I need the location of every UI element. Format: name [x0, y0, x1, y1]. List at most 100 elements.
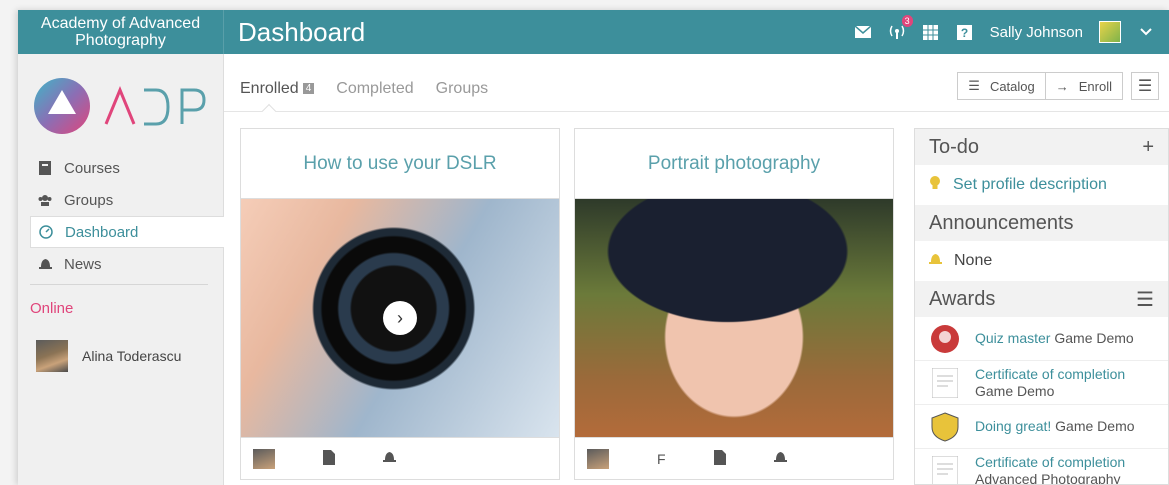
online-user[interactable]: Alina Toderascu: [36, 340, 181, 372]
hamburger-icon: ☰: [1137, 78, 1153, 95]
quiz-master-badge-icon: [929, 323, 961, 355]
adp-logo[interactable]: [32, 76, 212, 136]
todo-item[interactable]: Set profile description: [915, 165, 1168, 205]
award-text: Certificate of completion Game Demo: [975, 366, 1125, 400]
award-item[interactable]: Doing great! Game Demo: [915, 405, 1168, 449]
arrow-right-icon: →: [1055, 78, 1069, 94]
certificate-icon: [929, 367, 961, 399]
award-name: Doing great!: [975, 418, 1052, 434]
course-code: F: [657, 450, 666, 467]
shield-badge-icon: [929, 411, 961, 443]
course-image[interactable]: [575, 199, 893, 437]
tab-completed[interactable]: Completed: [336, 80, 413, 98]
bell-icon[interactable]: [383, 450, 396, 467]
announcements-title: Announcements: [929, 211, 1074, 234]
top-bar: Academy of Advanced Photography Dashboar…: [18, 10, 1169, 54]
course-card[interactable]: How to use your DSLR ›: [240, 128, 560, 480]
sidebar-item-label: News: [64, 255, 102, 273]
awards-header: Awards ☰: [915, 281, 1168, 317]
award-item[interactable]: Certificate of completion Game Demo: [915, 361, 1168, 405]
tab-label: Enrolled: [240, 80, 299, 97]
book-icon: [38, 161, 52, 175]
award-course: Game Demo: [1054, 330, 1134, 346]
sidebar-divider: [30, 284, 208, 285]
announcement-item: None: [915, 241, 1168, 281]
enroll-button[interactable]: → Enroll: [1044, 73, 1122, 99]
user-name[interactable]: Sally Johnson: [990, 24, 1083, 41]
sidebar-item-label: Courses: [64, 159, 120, 177]
course-title[interactable]: How to use your DSLR: [241, 129, 559, 199]
tab-groups[interactable]: Groups: [436, 80, 488, 98]
active-tab-caret: [261, 103, 277, 119]
announcements-header: Announcements: [915, 205, 1168, 241]
main-content: Enrolled 4 Completed Groups ☰ Catalog → E…: [224, 54, 1169, 485]
online-title: Online: [30, 300, 74, 317]
sidebar-item-label: Groups: [64, 191, 114, 209]
document-icon[interactable]: [713, 449, 726, 468]
enroll-label: Enroll: [1078, 78, 1112, 94]
course-card[interactable]: Portrait photography F: [574, 128, 894, 480]
right-panel: To-do + Set profile description Announce…: [914, 128, 1169, 485]
sidebar-item-courses[interactable]: Courses: [18, 152, 224, 184]
award-name: Quiz master: [975, 330, 1051, 346]
sidebar: Courses Groups Dashboard News Online Ali…: [18, 54, 225, 485]
sidebar-item-news[interactable]: News: [18, 248, 224, 280]
course-image[interactable]: ›: [241, 199, 559, 437]
award-item[interactable]: Certificate of completion Advanced Photog…: [915, 449, 1168, 485]
award-text: Doing great! Game Demo: [975, 418, 1135, 435]
award-item[interactable]: Quiz master Game Demo: [915, 317, 1168, 361]
todo-title: To-do: [929, 135, 980, 158]
notifications-icon[interactable]: 3: [888, 15, 913, 41]
catalog-label: Catalog: [989, 78, 1035, 94]
instructor-avatar[interactable]: [253, 448, 275, 469]
card-footer: [241, 437, 559, 479]
awards-title: Awards: [929, 287, 996, 310]
page-title: Dashboard: [238, 16, 366, 47]
tab-enrolled[interactable]: Enrolled 4: [240, 80, 315, 98]
chevron-down-icon[interactable]: [1137, 23, 1155, 41]
todo-item-label: Set profile description: [953, 176, 1107, 193]
bell-icon[interactable]: [773, 450, 787, 467]
sidebar-item-dashboard[interactable]: Dashboard: [30, 216, 225, 248]
hamburger-icon[interactable]: ☰: [1136, 287, 1154, 312]
course-tabs: Enrolled 4 Completed Groups: [240, 80, 488, 98]
enrolled-count-badge: 4: [302, 83, 315, 94]
chevron-right-icon: ›: [397, 307, 403, 328]
notification-badge: 3: [901, 15, 913, 27]
avatar: [36, 340, 68, 372]
document-icon[interactable]: [323, 449, 335, 468]
brand-name[interactable]: Academy of Advanced Photography: [18, 10, 224, 54]
award-text: Quiz master Game Demo: [975, 330, 1134, 347]
app-window: Academy of Advanced Photography Dashboar…: [18, 10, 1169, 485]
online-user-name: Alina Toderascu: [82, 348, 182, 364]
award-course: Advanced Photography: [975, 470, 1121, 485]
bell-icon: [38, 257, 52, 271]
lightbulb-icon: [929, 175, 941, 196]
play-button[interactable]: ›: [383, 301, 417, 335]
instructor-avatar[interactable]: [587, 448, 609, 469]
sidebar-item-label: Dashboard: [65, 223, 139, 241]
svg-text:?: ?: [961, 26, 968, 40]
menu-button[interactable]: ☰: [1131, 72, 1159, 100]
top-icons: 3 ? Sally Johnson: [854, 15, 1155, 43]
todo-header: To-do +: [915, 129, 1168, 165]
announcement-value: None: [954, 252, 993, 269]
bell-icon: [929, 252, 942, 271]
award-text: Certificate of completion Advanced Photog…: [975, 454, 1125, 485]
mail-icon[interactable]: [854, 23, 872, 41]
dashboard-icon: [39, 225, 53, 239]
course-title[interactable]: Portrait photography: [575, 129, 893, 199]
plus-icon[interactable]: +: [1142, 136, 1154, 159]
sidebar-nav: Courses Groups Dashboard News: [18, 152, 225, 280]
list-icon: ☰: [968, 78, 980, 93]
card-footer: F: [575, 437, 893, 479]
user-avatar[interactable]: [1099, 21, 1121, 43]
catalog-button[interactable]: ☰ Catalog: [958, 73, 1044, 99]
catalog-toolbar: ☰ Catalog → Enroll: [957, 72, 1123, 100]
help-icon[interactable]: ?: [956, 23, 974, 41]
calendar-icon[interactable]: [922, 23, 940, 41]
award-course: Game Demo: [1055, 418, 1135, 434]
award-name: Certificate of completion: [975, 453, 1126, 470]
sidebar-item-groups[interactable]: Groups: [18, 184, 224, 216]
users-icon: [38, 194, 52, 206]
